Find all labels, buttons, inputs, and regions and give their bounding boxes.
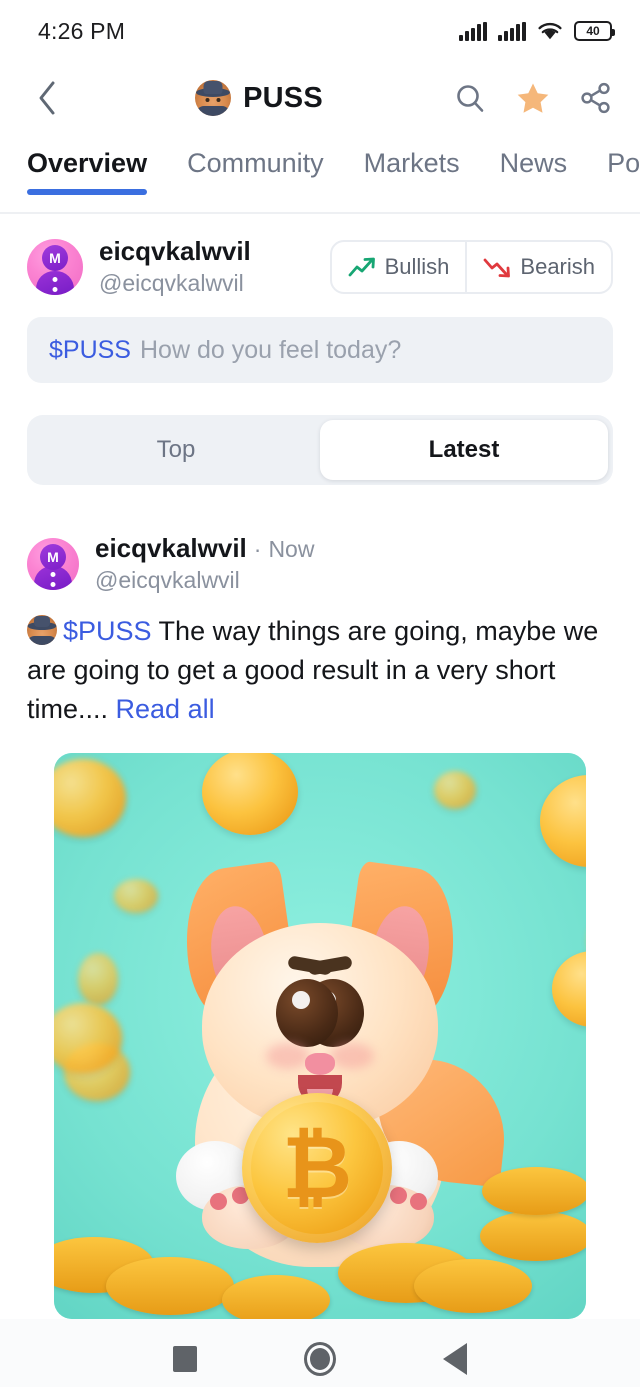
header-title-group: PUSS	[68, 80, 450, 116]
coin-decoration	[202, 753, 298, 835]
recents-button[interactable]	[173, 1346, 198, 1372]
compose-display-name: eicqvkalwvil	[99, 236, 251, 266]
post-ticker-link[interactable]: $PUSS	[63, 616, 152, 646]
android-nav-bar	[0, 1319, 640, 1387]
bitcoin-coin: ₿	[242, 1093, 392, 1243]
signal-bars-sim1-icon	[459, 21, 488, 41]
avatar-initial: M	[47, 548, 59, 565]
coin-decoration	[78, 953, 118, 1005]
read-all-link[interactable]: Read all	[116, 694, 215, 724]
post-header[interactable]: M eicqvkalwvil · Now @eicqvkalwvil	[27, 533, 613, 594]
post-display-name: eicqvkalwvil	[95, 533, 247, 563]
bullish-button[interactable]: Bullish	[332, 242, 466, 292]
favorite-button[interactable]	[513, 78, 553, 118]
avatar: M	[27, 537, 79, 590]
back-button[interactable]	[442, 1343, 467, 1375]
tab-overview[interactable]: Overview	[27, 148, 148, 195]
compose-user-names: eicqvkalwvil @eicqvkalwvil	[99, 236, 251, 297]
post-media-image[interactable]: ₿	[54, 753, 586, 1319]
app-header: PUSS	[0, 62, 640, 134]
cat-in-hat-emoji-icon	[27, 615, 57, 645]
page-title: PUSS	[243, 81, 323, 114]
filter-latest-button[interactable]: Latest	[320, 420, 608, 480]
tab-bar: Overview Community Markets News Po	[0, 134, 640, 214]
header-actions	[450, 78, 616, 118]
compose-user[interactable]: M eicqvkalwvil @eicqvkalwvil	[27, 236, 251, 297]
feed-post: M eicqvkalwvil · Now @eicqvkalwvil $PUSS…	[0, 511, 640, 1319]
post-timestamp: Now	[268, 536, 315, 562]
coin-stack	[222, 1275, 330, 1319]
back-nav-button[interactable]	[26, 77, 68, 119]
kitten-nose	[305, 1053, 335, 1075]
compose-section: M eicqvkalwvil @eicqvkalwvil Bullish Bea…	[0, 214, 640, 383]
sentiment-toggle-group: Bullish Bearish	[329, 239, 613, 294]
search-button[interactable]	[450, 78, 490, 118]
bullish-label: Bullish	[384, 253, 450, 279]
cat-in-hat-avatar-icon	[195, 80, 232, 116]
post-composer-input[interactable]: $PUSS How do you feel today?	[27, 317, 613, 383]
star-icon	[517, 83, 549, 113]
ticker-tag: $PUSS	[49, 335, 131, 364]
coin-stack	[414, 1259, 532, 1313]
search-icon	[457, 85, 484, 112]
kitten-cheek-right	[330, 1043, 374, 1069]
composer-placeholder: How do you feel today?	[139, 335, 402, 364]
circle-icon	[309, 1348, 330, 1370]
tab-news[interactable]: News	[500, 148, 568, 195]
kitten-cheek-left	[266, 1043, 310, 1069]
tab-list[interactable]: Overview Community Markets News Po	[0, 134, 640, 214]
tab-markets[interactable]: Markets	[364, 148, 460, 195]
avatar-initial: M	[49, 250, 61, 267]
kitten-eye-right	[276, 979, 338, 1047]
share-button[interactable]	[576, 78, 616, 118]
status-icons: 40	[459, 21, 615, 41]
tab-community[interactable]: Community	[187, 148, 324, 195]
bitcoin-symbol: ₿	[281, 1120, 353, 1216]
bearish-label: Bearish	[520, 253, 595, 279]
trend-up-icon	[348, 257, 375, 276]
filter-top-button[interactable]: Top	[32, 420, 320, 480]
post-user-names: eicqvkalwvil · Now @eicqvkalwvil	[95, 533, 314, 594]
trend-down-icon	[484, 258, 511, 277]
battery-level: 40	[586, 24, 600, 38]
coin-stack	[106, 1257, 234, 1315]
coin-stack	[480, 1211, 586, 1261]
post-separator: ·	[253, 536, 262, 562]
feed-filter-segmented-control: Top Latest	[27, 415, 613, 485]
compose-handle: @eicqvkalwvil	[99, 270, 244, 296]
signal-bars-sim2-icon	[498, 21, 526, 41]
chevron-left-icon	[39, 81, 55, 115]
tab-portfolio[interactable]: Po	[607, 148, 640, 195]
tab-bar-divider	[0, 212, 640, 214]
compose-header: M eicqvkalwvil @eicqvkalwvil Bullish Bea…	[27, 236, 613, 297]
coin-decoration	[434, 771, 476, 809]
post-text: $PUSS The way things are going, maybe we…	[27, 612, 613, 729]
coin-stack	[482, 1167, 586, 1215]
battery-icon: 40	[574, 21, 615, 41]
bearish-button[interactable]: Bearish	[467, 242, 611, 292]
post-handle: @eicqvkalwvil	[95, 567, 240, 593]
status-bar: 4:26 PM 40	[0, 0, 640, 62]
avatar: M	[27, 238, 83, 295]
share-icon	[581, 82, 610, 114]
home-button[interactable]	[303, 1342, 336, 1376]
wifi-icon	[538, 22, 562, 40]
kitten-illustration: ₿	[150, 860, 512, 1267]
app-screen: 4:26 PM 40 PUSS Overview Community Marke…	[0, 0, 640, 1387]
status-time: 4:26 PM	[38, 17, 126, 44]
